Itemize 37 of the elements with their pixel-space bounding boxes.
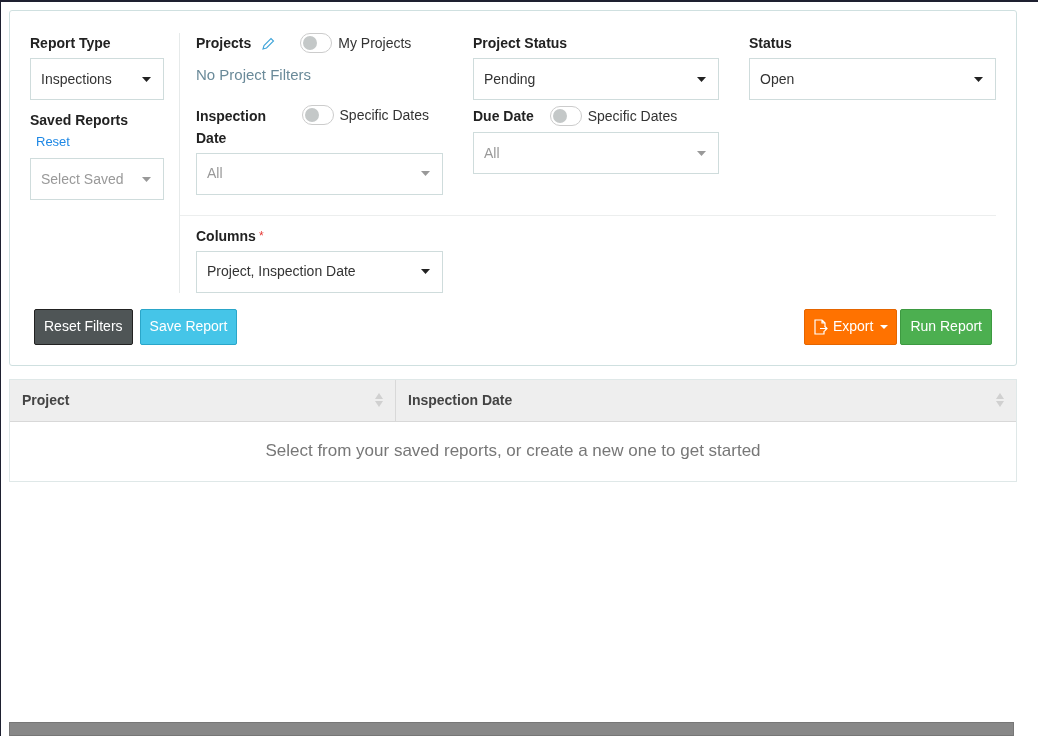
column-header[interactable]: Inspection Date: [396, 379, 1016, 421]
field-label: Saved Reports: [30, 111, 130, 130]
sort-icon: [375, 393, 383, 407]
toggle-label: My Projects: [338, 33, 412, 53]
caret-icon: [974, 76, 983, 82]
toggle-switch[interactable]: [549, 106, 582, 126]
reset-link[interactable]: Reset: [36, 132, 70, 152]
field-label: Status: [749, 34, 793, 53]
required-mark: *: [258, 227, 264, 245]
pencil-icon[interactable]: [262, 36, 276, 50]
caret-icon: [880, 324, 889, 329]
select-field[interactable]: Inspections: [30, 58, 164, 100]
toggle-label: Specific Dates: [339, 105, 429, 125]
field-label: Inspection Date: [196, 106, 267, 148]
toggle-switch[interactable]: [301, 105, 334, 125]
toggle-label: Specific Dates: [587, 106, 678, 126]
sort-icon: [996, 393, 1004, 407]
caret-icon: [142, 176, 151, 182]
field-label: Projects: [196, 33, 252, 53]
select-field[interactable]: Pending: [473, 58, 719, 100]
field-label: Due Date: [473, 106, 534, 126]
caret-icon: [697, 150, 706, 156]
column-header[interactable]: Project: [10, 379, 396, 421]
toggle-switch[interactable]: [300, 33, 333, 53]
field-label: Project Status: [473, 34, 569, 53]
select-field[interactable]: Project, Inspection Date: [196, 250, 443, 293]
caret-icon: [421, 269, 430, 274]
reset-filters-button[interactable]: Reset Filters: [34, 308, 133, 345]
caret-icon: [421, 171, 430, 176]
caret-icon: [697, 76, 706, 82]
field-label: Report Type: [30, 34, 112, 53]
file-export-icon: [812, 318, 828, 335]
select-field[interactable]: Open: [749, 58, 996, 100]
field-label: Columns: [196, 226, 256, 246]
caret-icon: [142, 76, 151, 82]
empty-table-message: Select from your saved reports, or create a new one to get started: [265, 440, 761, 463]
empty-filter-text: No Project Filters: [196, 65, 312, 85]
